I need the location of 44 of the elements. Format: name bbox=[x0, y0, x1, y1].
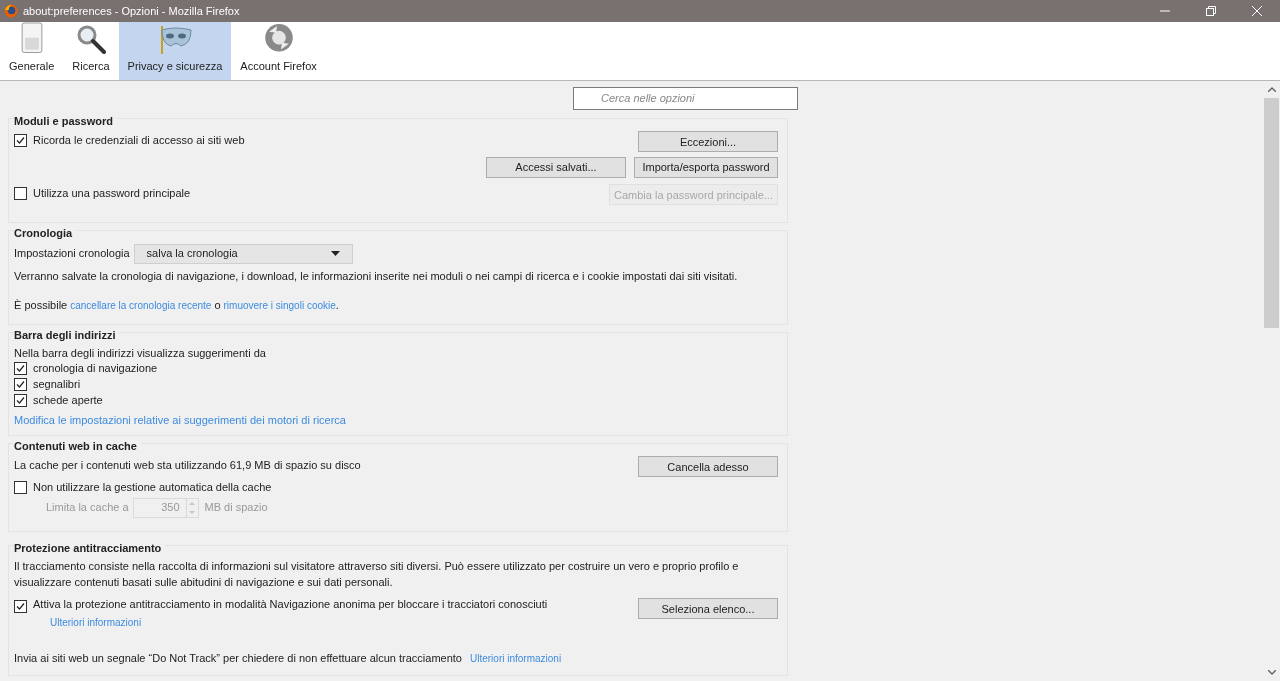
checkbox[interactable] bbox=[14, 599, 27, 613]
import-export-button[interactable]: Importa/esporta password bbox=[634, 156, 778, 178]
history-description: Verranno salvate la cronologia di navigazione, i download, le informazioni inserite nei moduli o nei campi di ricerca e i cookie impostati dai siti visitati. bbox=[14, 268, 739, 284]
close-icon bbox=[1252, 6, 1262, 16]
checkbox[interactable] bbox=[14, 394, 27, 407]
block-list-button[interactable]: Seleziona elenco... bbox=[638, 598, 778, 620]
scroll-up-icon[interactable] bbox=[1267, 87, 1276, 92]
clear-cache-button[interactable]: Cancella adesso bbox=[638, 456, 778, 478]
browser-logo-icon bbox=[4, 4, 18, 18]
checkbox-label: Ricorda le credenziali di accesso ai siti web bbox=[33, 133, 245, 149]
checkbox-label: Utilizza una password principale bbox=[33, 186, 191, 202]
do-not-track-text: Invia ai siti web un segnale “Do Not Track” per chiedere di non effettuare alcun tracciamento bbox=[14, 651, 462, 666]
scroll-down-icon[interactable] bbox=[1267, 670, 1276, 675]
suggestions-intro: Nella barra degli indirizzi visualizza suggerimenti da bbox=[14, 345, 267, 361]
scrollbar-thumb[interactable] bbox=[1264, 98, 1279, 328]
tracking-description: Il tracciamento consiste nella raccolta di informazioni sul visitatore attraverso siti diversi. Può essere utilizzato per costruire un vero e proprio profilo e visualizzare contenuti basati sulle abitudini di navigazione e sui dati personali. bbox=[14, 558, 740, 590]
checkbox[interactable] bbox=[14, 481, 27, 494]
checkbox-label: cronologia di navigazione bbox=[33, 361, 158, 377]
checkbox-label: segnalibri bbox=[33, 377, 81, 393]
magnifier-icon bbox=[75, 23, 106, 54]
checkbox[interactable] bbox=[14, 187, 27, 200]
exceptions-button[interactable]: Eccezioni... bbox=[638, 131, 778, 153]
saved-logins-button[interactable]: Accessi salvati... bbox=[486, 156, 626, 178]
window-title: about:preferences - Opzioni - Mozilla Firefox bbox=[23, 3, 240, 19]
search-field[interactable]: Cerca nelle opzioni bbox=[573, 86, 798, 110]
history-text: . bbox=[335, 297, 339, 313]
caret-icon bbox=[330, 251, 340, 256]
checkbox[interactable] bbox=[14, 378, 27, 391]
history-dropdown[interactable]: salva la cronologia bbox=[133, 243, 353, 264]
checkbox-label: Attiva la protezione antitracciamento in modalità Navigazione anonima per bloccare i tracciatori conosciuti bbox=[33, 596, 548, 612]
field-unit: MB di spazio bbox=[204, 500, 268, 516]
cache-usage-text: La cache per i contenuti web sta utilizzando 61,9 MB di spazio su disco bbox=[14, 458, 361, 474]
checkbox[interactable] bbox=[14, 134, 27, 147]
checkbox-label: schede aperte bbox=[33, 393, 103, 409]
history-text: o bbox=[214, 297, 221, 313]
checkbox[interactable] bbox=[14, 362, 27, 375]
field-label: Limita la cache a bbox=[46, 500, 129, 516]
sync-icon bbox=[262, 22, 295, 54]
preferences-tab[interactable]: Privacy e sicurezza bbox=[118, 22, 232, 80]
field-label: Impostazioni cronologia bbox=[14, 246, 130, 262]
switch-icon bbox=[20, 22, 43, 54]
history-text: È possibile bbox=[14, 297, 68, 313]
checkbox-label: Non utilizzare la gestione automatica della cache bbox=[33, 480, 272, 496]
restore-icon bbox=[1206, 6, 1216, 16]
